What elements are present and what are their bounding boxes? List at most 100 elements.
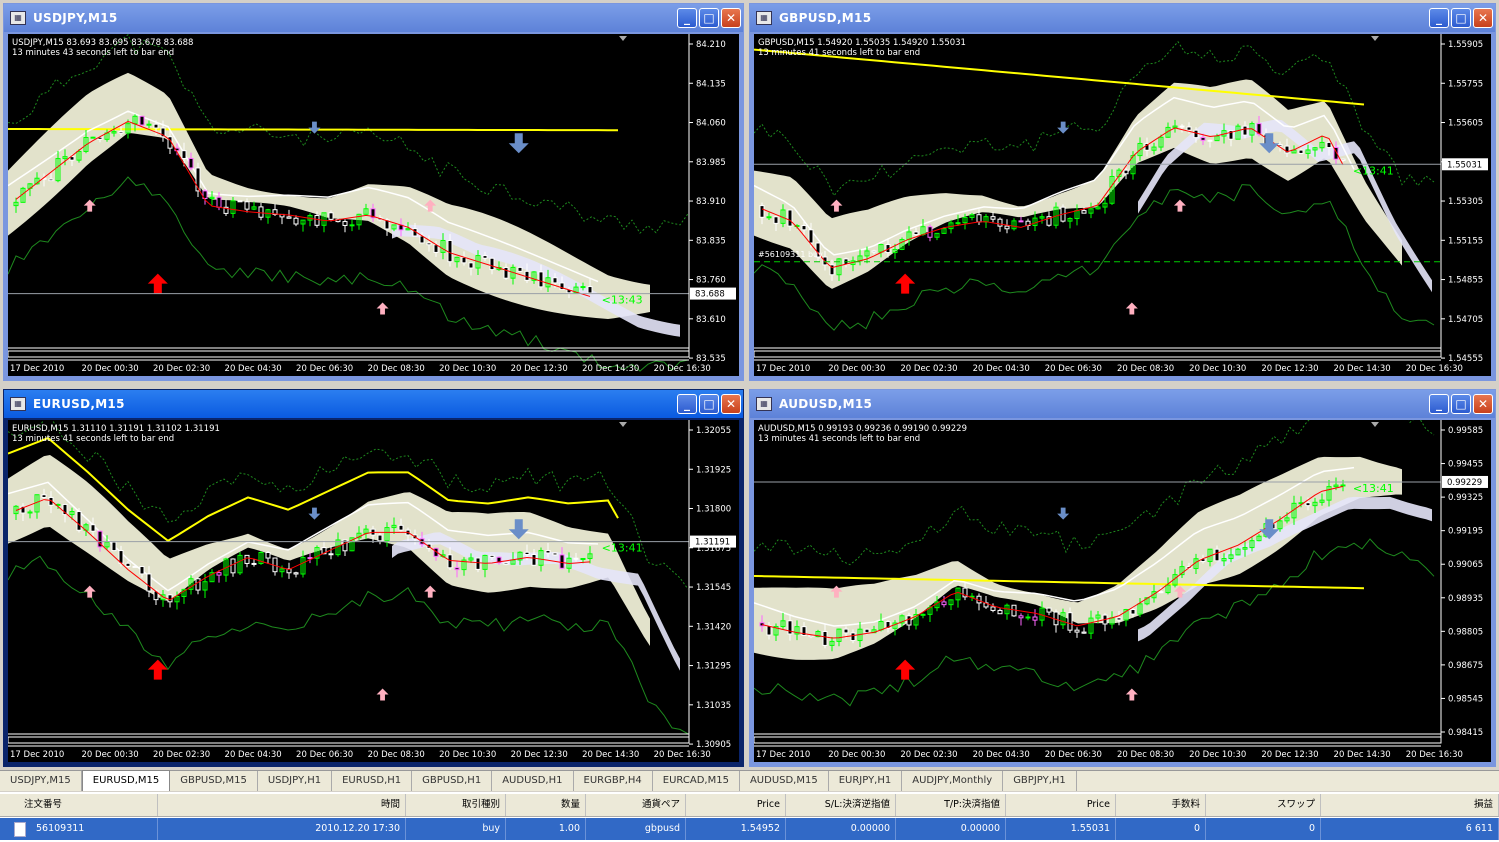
chart-tab[interactable]: GBPJPY,H1 — [1003, 771, 1077, 791]
chart-window-gbpusd[interactable]: ▦ GBPUSD,M15 _ □ ✕ <13:41 #56109311 buy 1.55… — [749, 3, 1496, 381]
price-tick-label: 1.55305 — [1448, 197, 1483, 207]
candle-body — [111, 541, 117, 552]
price-tick-label: 0.98935 — [1448, 594, 1483, 604]
title-bar[interactable]: ▦ GBPUSD,M15 _ □ ✕ — [750, 4, 1495, 32]
candle-body — [766, 216, 772, 219]
column-header[interactable]: T/P:決済指値 — [896, 794, 1006, 816]
chart-tab[interactable]: EURJPY,H1 — [829, 771, 903, 791]
maximize-button[interactable]: □ — [699, 8, 719, 28]
time-tick-label: 17 Dec 2010 — [10, 364, 64, 374]
column-header[interactable]: Price — [686, 794, 786, 816]
chart-window-audusd[interactable]: ▦ AUDUSD,M15 _ □ ✕ <13:41 0.99585 0.99455 0.9… — [749, 389, 1496, 767]
maximize-button[interactable]: □ — [699, 394, 719, 414]
title-bar[interactable]: ▦ EURUSD,M15 _ □ ✕ — [4, 390, 743, 418]
close-button[interactable]: ✕ — [1473, 8, 1493, 28]
price-tick-label: 0.99455 — [1448, 460, 1483, 470]
price-chart[interactable]: <13:43 84.210 84.135 84.060 83.985 83.910 83.8… — [8, 34, 739, 376]
title-bar[interactable]: ▦ USDJPY,M15 _ □ ✕ — [4, 4, 743, 32]
order-cell: 1.00 — [506, 818, 586, 840]
candle-body — [125, 562, 131, 567]
candle-body — [920, 613, 926, 616]
time-tick-label: 20 Dec 10:30 — [439, 364, 496, 374]
price-tick-label: 1.55905 — [1448, 40, 1483, 50]
column-header[interactable]: 損益 — [1321, 794, 1499, 816]
candle-body — [139, 115, 145, 126]
candle-body — [1116, 617, 1122, 621]
order-cell: 1.55031 — [1006, 818, 1116, 840]
minimize-button[interactable]: _ — [677, 8, 697, 28]
chart-tab[interactable]: AUDJPY,Monthly — [902, 771, 1004, 791]
chart-tab[interactable]: GBPUSD,H1 — [412, 771, 493, 791]
candle-body — [1179, 125, 1185, 128]
bar-timer-label: 13 minutes 41 seconds left to bar end — [758, 434, 921, 444]
candle-body — [1200, 137, 1206, 141]
price-tick-label: 83.610 — [696, 315, 726, 325]
column-header[interactable]: 取引種別 — [406, 794, 506, 816]
candle-body — [545, 550, 551, 554]
order-row[interactable]: 56109311 2010.12.20 17:30 buy 1.00 gbpusd 1.5… — [0, 818, 1499, 840]
close-button[interactable]: ✕ — [721, 394, 741, 414]
price-chart[interactable]: <13:41 1.32055 1.31925 1.31800 1.31675 1.3154… — [8, 420, 739, 762]
minimize-button[interactable]: _ — [1429, 394, 1449, 414]
order-cell: 6 611 — [1321, 818, 1499, 840]
column-header[interactable]: スワップ — [1206, 794, 1321, 816]
candle-body — [808, 229, 814, 244]
candle-body — [41, 494, 47, 498]
candle-body — [538, 271, 544, 288]
price-tick-label: 0.99065 — [1448, 560, 1483, 570]
candle-body — [573, 557, 579, 560]
chart-tab[interactable]: AUDUSD,H1 — [492, 771, 574, 791]
column-header[interactable]: 数量 — [506, 794, 586, 816]
column-header[interactable]: S/L:決済逆指値 — [786, 794, 896, 816]
candle-body — [1242, 125, 1248, 136]
column-header[interactable]: 通貨ペア — [586, 794, 686, 816]
chart-tab[interactable]: AUDUSD,M15 — [740, 771, 829, 791]
maximize-button[interactable]: □ — [1451, 8, 1471, 28]
close-button[interactable]: ✕ — [721, 8, 741, 28]
time-tick-label: 20 Dec 14:30 — [582, 364, 639, 374]
candle-body — [237, 200, 243, 203]
time-tick-label: 20 Dec 02:30 — [153, 364, 210, 374]
chart-window-eurusd[interactable]: ▦ EURUSD,M15 _ □ ✕ <13:41 1.32055 1.31925 1.3… — [3, 389, 744, 767]
candle-body — [216, 196, 222, 208]
candle-body — [1305, 502, 1311, 507]
order-cell: buy — [406, 818, 506, 840]
column-header[interactable]: 手数料 — [1116, 794, 1206, 816]
column-header[interactable]: 時間 — [158, 794, 406, 816]
column-header[interactable]: Price — [1006, 794, 1116, 816]
chart-tab[interactable]: USDJPY,M15 — [0, 771, 82, 791]
candle-body — [503, 266, 509, 279]
minimize-button[interactable]: _ — [1429, 8, 1449, 28]
time-tick-label: 17 Dec 2010 — [756, 750, 810, 760]
chart-window-usdjpy[interactable]: ▦ USDJPY,M15 _ □ ✕ <13:43 84.210 84.135 84.06… — [3, 3, 744, 381]
candle-body — [1193, 129, 1199, 139]
order-cell: 2010.12.20 17:30 — [158, 818, 406, 840]
ma-slow-line — [754, 575, 1365, 590]
chart-tab[interactable]: EURUSD,H1 — [332, 771, 413, 791]
candle-body — [181, 150, 187, 159]
title-bar[interactable]: ▦ AUDUSD,M15 _ □ ✕ — [750, 390, 1495, 418]
maximize-button[interactable]: □ — [1451, 394, 1471, 414]
minimize-button[interactable]: _ — [677, 394, 697, 414]
candle-body — [461, 256, 467, 264]
column-header[interactable]: 注文番号 — [0, 794, 158, 816]
candle-body — [1298, 149, 1304, 154]
chart-tab[interactable]: USDJPY,H1 — [258, 771, 333, 791]
candle-body — [801, 225, 807, 231]
time-tick-label: 20 Dec 14:30 — [1334, 364, 1391, 374]
order-icon — [14, 822, 26, 837]
chart-tab[interactable]: GBPUSD,M15 — [170, 771, 258, 791]
chart-tab[interactable]: EURUSD,M15 — [81, 770, 171, 791]
close-button[interactable]: ✕ — [1473, 394, 1493, 414]
chart-tab[interactable]: EURGBP,H4 — [574, 771, 653, 791]
chart-tab[interactable]: EURCAD,M15 — [653, 771, 740, 791]
candle-body — [251, 562, 257, 565]
price-chart[interactable]: <13:41 0.99585 0.99455 0.99325 0.99195 0.9906… — [754, 420, 1491, 762]
price-chart[interactable]: <13:41 #56109311 buy 1.55905 1.55755 1.55605… — [754, 34, 1491, 376]
time-tick-label: 20 Dec 04:30 — [225, 750, 282, 760]
candle-body — [1186, 126, 1192, 131]
candle-body — [90, 136, 96, 139]
candle-body — [146, 573, 152, 592]
bar-countdown-label: <13:43 — [602, 294, 643, 307]
order-cell: 0.00000 — [786, 818, 896, 840]
